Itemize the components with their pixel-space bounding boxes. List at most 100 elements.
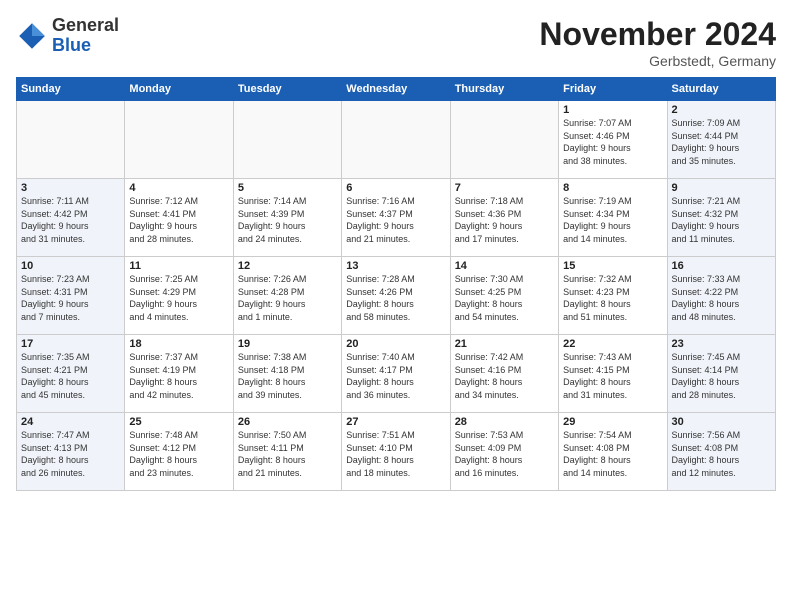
table-row: 3Sunrise: 7:11 AM Sunset: 4:42 PM Daylig…: [17, 179, 125, 257]
day-number: 2: [672, 104, 771, 116]
day-info: Sunrise: 7:35 AM Sunset: 4:21 PM Dayligh…: [21, 351, 120, 401]
day-number: 6: [346, 182, 445, 194]
table-row: 30Sunrise: 7:56 AM Sunset: 4:08 PM Dayli…: [667, 413, 775, 491]
table-row: 15Sunrise: 7:32 AM Sunset: 4:23 PM Dayli…: [559, 257, 667, 335]
logo-icon: [16, 20, 48, 52]
day-number: 28: [455, 416, 554, 428]
day-info: Sunrise: 7:23 AM Sunset: 4:31 PM Dayligh…: [21, 273, 120, 323]
day-number: 14: [455, 260, 554, 272]
day-number: 12: [238, 260, 337, 272]
calendar-week-row: 3Sunrise: 7:11 AM Sunset: 4:42 PM Daylig…: [17, 179, 776, 257]
table-row: 29Sunrise: 7:54 AM Sunset: 4:08 PM Dayli…: [559, 413, 667, 491]
day-number: 19: [238, 338, 337, 350]
day-number: 11: [129, 260, 228, 272]
day-number: 16: [672, 260, 771, 272]
table-row: 25Sunrise: 7:48 AM Sunset: 4:12 PM Dayli…: [125, 413, 233, 491]
table-row: 24Sunrise: 7:47 AM Sunset: 4:13 PM Dayli…: [17, 413, 125, 491]
table-row: 2Sunrise: 7:09 AM Sunset: 4:44 PM Daylig…: [667, 101, 775, 179]
day-number: 15: [563, 260, 662, 272]
logo-general: General: [52, 15, 119, 35]
day-info: Sunrise: 7:30 AM Sunset: 4:25 PM Dayligh…: [455, 273, 554, 323]
table-row: 13Sunrise: 7:28 AM Sunset: 4:26 PM Dayli…: [342, 257, 450, 335]
header: General Blue November 2024 Gerbstedt, Ge…: [16, 16, 776, 69]
table-row: 12Sunrise: 7:26 AM Sunset: 4:28 PM Dayli…: [233, 257, 341, 335]
col-thursday: Thursday: [450, 78, 558, 101]
location: Gerbstedt, Germany: [539, 53, 776, 69]
day-number: 30: [672, 416, 771, 428]
table-row: [233, 101, 341, 179]
day-info: Sunrise: 7:54 AM Sunset: 4:08 PM Dayligh…: [563, 429, 662, 479]
table-row: 28Sunrise: 7:53 AM Sunset: 4:09 PM Dayli…: [450, 413, 558, 491]
table-row: 26Sunrise: 7:50 AM Sunset: 4:11 PM Dayli…: [233, 413, 341, 491]
table-row: [125, 101, 233, 179]
day-number: 21: [455, 338, 554, 350]
col-sunday: Sunday: [17, 78, 125, 101]
table-row: 5Sunrise: 7:14 AM Sunset: 4:39 PM Daylig…: [233, 179, 341, 257]
table-row: 1Sunrise: 7:07 AM Sunset: 4:46 PM Daylig…: [559, 101, 667, 179]
col-wednesday: Wednesday: [342, 78, 450, 101]
day-info: Sunrise: 7:19 AM Sunset: 4:34 PM Dayligh…: [563, 195, 662, 245]
day-info: Sunrise: 7:07 AM Sunset: 4:46 PM Dayligh…: [563, 117, 662, 167]
table-row: 16Sunrise: 7:33 AM Sunset: 4:22 PM Dayli…: [667, 257, 775, 335]
day-number: 10: [21, 260, 120, 272]
logo-text: General Blue: [52, 16, 119, 56]
day-info: Sunrise: 7:40 AM Sunset: 4:17 PM Dayligh…: [346, 351, 445, 401]
table-row: 22Sunrise: 7:43 AM Sunset: 4:15 PM Dayli…: [559, 335, 667, 413]
day-number: 1: [563, 104, 662, 116]
calendar-table: Sunday Monday Tuesday Wednesday Thursday…: [16, 77, 776, 491]
day-info: Sunrise: 7:25 AM Sunset: 4:29 PM Dayligh…: [129, 273, 228, 323]
day-info: Sunrise: 7:12 AM Sunset: 4:41 PM Dayligh…: [129, 195, 228, 245]
day-info: Sunrise: 7:32 AM Sunset: 4:23 PM Dayligh…: [563, 273, 662, 323]
day-info: Sunrise: 7:45 AM Sunset: 4:14 PM Dayligh…: [672, 351, 771, 401]
day-number: 25: [129, 416, 228, 428]
col-monday: Monday: [125, 78, 233, 101]
day-number: 3: [21, 182, 120, 194]
day-number: 13: [346, 260, 445, 272]
table-row: 4Sunrise: 7:12 AM Sunset: 4:41 PM Daylig…: [125, 179, 233, 257]
day-number: 24: [21, 416, 120, 428]
logo: General Blue: [16, 16, 119, 56]
month-title: November 2024: [539, 16, 776, 53]
calendar-week-row: 10Sunrise: 7:23 AM Sunset: 4:31 PM Dayli…: [17, 257, 776, 335]
table-row: 20Sunrise: 7:40 AM Sunset: 4:17 PM Dayli…: [342, 335, 450, 413]
table-row: [342, 101, 450, 179]
day-number: 4: [129, 182, 228, 194]
table-row: 8Sunrise: 7:19 AM Sunset: 4:34 PM Daylig…: [559, 179, 667, 257]
day-info: Sunrise: 7:48 AM Sunset: 4:12 PM Dayligh…: [129, 429, 228, 479]
day-info: Sunrise: 7:51 AM Sunset: 4:10 PM Dayligh…: [346, 429, 445, 479]
table-row: 6Sunrise: 7:16 AM Sunset: 4:37 PM Daylig…: [342, 179, 450, 257]
day-number: 17: [21, 338, 120, 350]
table-row: [450, 101, 558, 179]
col-tuesday: Tuesday: [233, 78, 341, 101]
day-number: 29: [563, 416, 662, 428]
table-row: 10Sunrise: 7:23 AM Sunset: 4:31 PM Dayli…: [17, 257, 125, 335]
table-row: 14Sunrise: 7:30 AM Sunset: 4:25 PM Dayli…: [450, 257, 558, 335]
day-info: Sunrise: 7:50 AM Sunset: 4:11 PM Dayligh…: [238, 429, 337, 479]
day-info: Sunrise: 7:18 AM Sunset: 4:36 PM Dayligh…: [455, 195, 554, 245]
day-number: 7: [455, 182, 554, 194]
day-number: 8: [563, 182, 662, 194]
day-info: Sunrise: 7:09 AM Sunset: 4:44 PM Dayligh…: [672, 117, 771, 167]
calendar-week-row: 24Sunrise: 7:47 AM Sunset: 4:13 PM Dayli…: [17, 413, 776, 491]
day-info: Sunrise: 7:16 AM Sunset: 4:37 PM Dayligh…: [346, 195, 445, 245]
day-info: Sunrise: 7:43 AM Sunset: 4:15 PM Dayligh…: [563, 351, 662, 401]
logo-blue: Blue: [52, 35, 91, 55]
day-info: Sunrise: 7:21 AM Sunset: 4:32 PM Dayligh…: [672, 195, 771, 245]
day-number: 22: [563, 338, 662, 350]
table-row: 18Sunrise: 7:37 AM Sunset: 4:19 PM Dayli…: [125, 335, 233, 413]
day-number: 5: [238, 182, 337, 194]
day-info: Sunrise: 7:38 AM Sunset: 4:18 PM Dayligh…: [238, 351, 337, 401]
calendar-header-row: Sunday Monday Tuesday Wednesday Thursday…: [17, 78, 776, 101]
day-info: Sunrise: 7:42 AM Sunset: 4:16 PM Dayligh…: [455, 351, 554, 401]
table-row: 23Sunrise: 7:45 AM Sunset: 4:14 PM Dayli…: [667, 335, 775, 413]
table-row: 11Sunrise: 7:25 AM Sunset: 4:29 PM Dayli…: [125, 257, 233, 335]
day-number: 26: [238, 416, 337, 428]
day-number: 20: [346, 338, 445, 350]
day-info: Sunrise: 7:56 AM Sunset: 4:08 PM Dayligh…: [672, 429, 771, 479]
day-info: Sunrise: 7:37 AM Sunset: 4:19 PM Dayligh…: [129, 351, 228, 401]
day-number: 27: [346, 416, 445, 428]
table-row: 9Sunrise: 7:21 AM Sunset: 4:32 PM Daylig…: [667, 179, 775, 257]
table-row: 17Sunrise: 7:35 AM Sunset: 4:21 PM Dayli…: [17, 335, 125, 413]
day-info: Sunrise: 7:26 AM Sunset: 4:28 PM Dayligh…: [238, 273, 337, 323]
title-block: November 2024 Gerbstedt, Germany: [539, 16, 776, 69]
